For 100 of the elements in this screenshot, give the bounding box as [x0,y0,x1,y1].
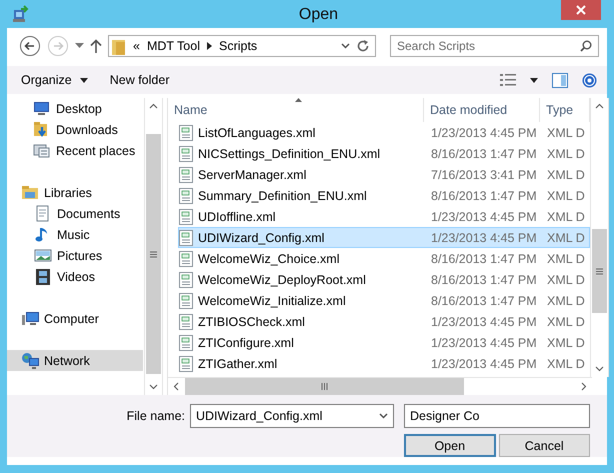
file-row[interactable]: ZTIConfigure.xml 1/23/2013 4:45 PM XML D [178,332,590,353]
preview-pane-icon[interactable] [552,72,568,88]
file-name-field[interactable]: UDIWizard_Config.xml [190,404,394,428]
open-button[interactable]: Open [404,434,496,457]
xml-file-icon [179,292,193,308]
xml-file-icon [179,166,193,182]
search-icon [580,40,592,52]
sidebar-item[interactable]: Downloads [7,119,143,140]
date-modified: 8/16/2013 1:47 PM [430,252,538,266]
dropdown-icon[interactable] [341,43,350,49]
sidebar-item[interactable]: Pictures [7,245,143,266]
xml-file-icon [179,188,193,204]
grip-icon [150,250,157,258]
file-name: WelcomeWiz_Initialize.xml [198,294,346,308]
grip-icon [596,268,603,274]
sort-arrow-icon [295,98,302,102]
breadcrumb-item[interactable]: MDT Tool [146,39,200,53]
view-list-icon[interactable] [500,74,516,86]
file-row[interactable]: UDIWizard_Config.xml 1/23/2013 4:45 PM XML D [178,227,590,248]
file-type: XML D [546,272,585,286]
library-folder-icon [21,184,39,201]
recent-places-icon [33,142,51,159]
file-row[interactable]: NICSettings_Definition_ENU.xml 8/16/2013 1:47 PM XML D [178,143,590,164]
sidebar-item[interactable]: Music [7,224,143,245]
file-row[interactable]: Summary_Definition_ENU.xml 8/16/2013 1:47 PM XML D [178,185,590,206]
sidebar-item[interactable]: Videos [7,266,143,287]
file-type: XML D [546,146,585,160]
caret-icon [80,78,88,82]
xml-file-icon [179,356,193,372]
file-type: XML D [546,168,585,182]
scroll-thumb[interactable] [592,229,607,313]
search-field[interactable]: Search Scripts [390,35,599,57]
up-arrow-icon[interactable] [90,39,102,53]
breadcrumb-overflow[interactable]: « [133,39,140,53]
app-icon [12,5,30,23]
close-icon [576,5,586,15]
grip-icon [321,383,328,390]
cancel-button[interactable]: Cancel [498,434,590,457]
sidebar-item[interactable]: Libraries [7,182,143,203]
file-row[interactable]: WelcomeWiz_Choice.xml 8/16/2013 1:47 PM XML D [178,248,590,269]
scroll-thumb[interactable] [146,134,161,374]
scroll-thumb[interactable] [185,378,464,395]
date-modified: 1/23/2013 4:45 PM [430,126,538,140]
horizontal-scrollbar[interactable] [168,377,592,395]
computer-icon [21,310,39,327]
file-type: XML D [546,356,585,370]
back-icon[interactable] [19,35,41,57]
film-icon [34,268,52,285]
file-row[interactable]: ZTIGather.xml 1/23/2013 4:45 PM XML D [178,353,590,374]
new-folder-button[interactable]: New folder [106,70,174,90]
file-row[interactable]: ServerManager.xml 7/16/2013 3:41 PM XML D [178,164,590,185]
date-modified: 8/16/2013 1:47 PM [430,272,538,286]
xml-file-icon [179,250,193,266]
file-name: ZTIConfigure.xml [198,336,294,350]
file-name: WelcomeWiz_Choice.xml [198,252,340,266]
close-button[interactable] [561,0,601,20]
file-name: UDIoffline.xml [198,210,276,224]
caret-icon[interactable] [530,78,538,82]
organize-button[interactable]: Organize [17,70,92,90]
file-name: UDIWizard_Config.xml [198,230,324,244]
sidebar-item[interactable]: Computer [7,308,143,329]
xml-file-icon [179,314,193,330]
file-row[interactable]: ZTIBIOSCheck.xml 1/23/2013 4:45 PM XML D [178,311,590,332]
sidebar-item[interactable]: Recent places [7,140,143,161]
date-modified: 7/16/2013 3:41 PM [430,168,538,182]
sidebar-item[interactable]: Desktop [7,98,143,119]
file-type: XML D [546,230,585,244]
dropdown-icon [379,413,388,419]
file-name: ServerManager.xml [198,168,306,182]
date-modified: 8/16/2013 1:47 PM [430,294,538,308]
file-name: Summary_Definition_ENU.xml [198,188,367,202]
file-name: ListOfLanguages.xml [198,126,316,140]
file-row[interactable]: ListOfLanguages.xml 1/23/2013 4:45 PM XML D [178,122,590,143]
date-modified: 1/23/2013 4:45 PM [430,314,538,328]
file-row[interactable]: WelcomeWiz_Initialize.xml 8/16/2013 1:47 PM XML D [178,290,590,311]
file-type: XML D [546,188,585,202]
sidebar-item[interactable]: Network [7,350,143,371]
file-row[interactable]: WelcomeWiz_DeployRoot.xml 8/16/2013 1:47 PM XML D [178,269,590,290]
file-type: XML D [546,252,585,266]
file-name: WelcomeWiz_DeployRoot.xml [198,272,366,286]
date-modified: 8/16/2013 1:47 PM [430,188,538,202]
address-bar[interactable]: « MDT Tool Scripts [108,35,376,57]
file-name: ZTIBIOSCheck.xml [198,314,305,328]
breadcrumb-item[interactable]: Scripts [218,39,258,53]
scrollbar[interactable] [144,98,163,395]
refresh-icon[interactable] [357,40,369,52]
file-name: ZTIGather.xml [198,356,278,370]
file-type: XML D [546,126,585,140]
file-row[interactable]: UDIoffline.xml 1/23/2013 4:45 PM XML D [178,206,590,227]
breadcrumb-separator-icon [206,42,212,50]
date-modified: 1/23/2013 4:45 PM [430,230,538,244]
window-title: Open [298,5,338,24]
sidebar-item[interactable]: Documents [7,203,143,224]
xml-file-icon [179,230,193,246]
network-icon [21,352,39,369]
file-type: XML D [546,336,585,350]
column-header[interactable]: Date modified [424,98,540,122]
xml-file-icon [179,208,193,224]
file-type-dropdown[interactable]: Designer Co [404,404,590,428]
monitor-icon [33,100,51,117]
